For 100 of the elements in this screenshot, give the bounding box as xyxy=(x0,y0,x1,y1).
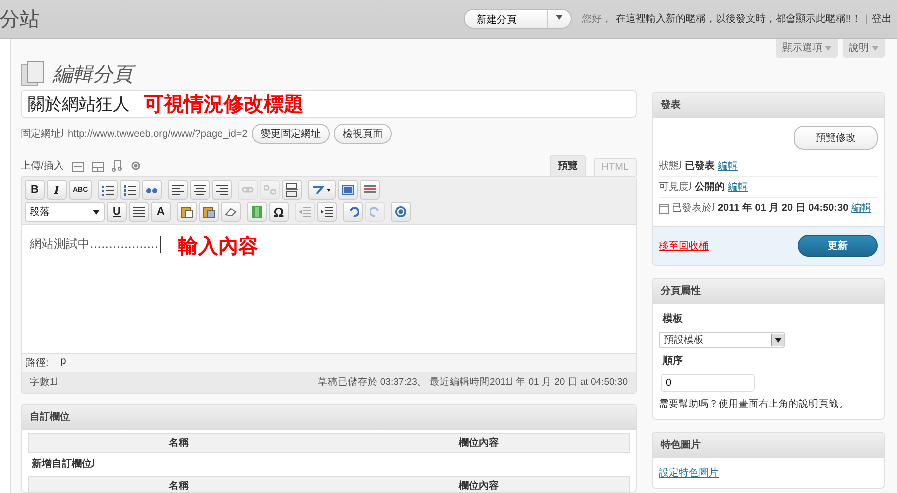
column-heading: 欄位內容 xyxy=(458,479,500,492)
film-strip-icon xyxy=(252,206,262,218)
bold-button[interactable]: B xyxy=(25,180,45,200)
video-icon xyxy=(92,162,104,172)
publish-field-label: 可見度ﻟ xyxy=(659,180,692,194)
paste-word-button[interactable] xyxy=(199,202,219,222)
fullscreen-button[interactable] xyxy=(338,180,358,200)
update-button[interactable]: 更新 xyxy=(798,235,878,257)
fullscreen-icon xyxy=(342,185,354,196)
template-dropdown[interactable]: 預設模板 xyxy=(659,332,785,348)
kitchen-sink-button[interactable] xyxy=(360,180,380,200)
page-break-icon xyxy=(286,183,298,198)
new-item-dropdown[interactable]: 新建分頁 xyxy=(464,9,572,29)
content-text: 網站測試中.................. xyxy=(30,236,161,254)
spellcheck-button[interactable] xyxy=(308,180,336,200)
order-field[interactable]: 0 xyxy=(661,374,755,392)
chain-link-icon xyxy=(242,186,254,194)
eraser-button[interactable] xyxy=(221,202,241,222)
preview-changes-button[interactable]: 預覽修改 xyxy=(794,126,878,150)
align-center-button[interactable] xyxy=(190,180,210,200)
annotation-text: 輸入內容 xyxy=(178,234,259,260)
film-button[interactable] xyxy=(247,202,267,222)
caret-icon xyxy=(825,46,832,51)
numbered-list-icon xyxy=(124,184,136,196)
quote-button[interactable] xyxy=(142,180,162,200)
permalink-button[interactable]: 變更固定網址 xyxy=(252,124,330,144)
publish-field-value: 2011 年 01 月 20 日 04:50:30 xyxy=(718,202,849,215)
numbers-button[interactable] xyxy=(120,180,140,200)
publish-field-value: 已發表 xyxy=(685,160,715,173)
greeting-text: 您好， xyxy=(582,13,612,26)
underline-button[interactable]: U xyxy=(107,202,127,222)
site-title: 分站 xyxy=(0,8,40,32)
permalink-button[interactable]: 檢視頁面 xyxy=(334,124,392,144)
annotation-text: 可視情況修改標題 xyxy=(144,92,304,118)
path-value: p xyxy=(60,356,66,370)
bullets-button[interactable] xyxy=(98,180,118,200)
help-button[interactable] xyxy=(391,202,411,222)
upload-insert-label: 上傳/插入 xyxy=(21,160,64,174)
italic-button[interactable]: I xyxy=(47,180,67,200)
logout-link[interactable]: 登出 xyxy=(872,12,892,26)
add-custom-field-label: 新增自訂欄位ﻟ xyxy=(31,457,96,472)
screen-tab[interactable]: 說明 xyxy=(843,39,885,58)
nickname-message: 在這裡輸入新的暱稱，以後發文時，都會顯示此暱稱!!！ xyxy=(616,12,862,26)
screen-tab[interactable]: 顯示選項 xyxy=(776,39,838,58)
caret-icon xyxy=(872,46,879,51)
publish-field-value: 公開的 xyxy=(695,180,725,194)
align-left-icon xyxy=(172,184,184,196)
text-color-button[interactable]: A xyxy=(151,202,171,222)
paste-text-button[interactable] xyxy=(177,202,197,222)
permalink-label: 固定網址ﻟ xyxy=(21,128,64,142)
editor-tab[interactable]: 預覽 xyxy=(550,155,586,176)
broken-chain-icon xyxy=(264,185,276,196)
justify-button[interactable] xyxy=(129,202,149,222)
clipboard-word-icon xyxy=(203,206,215,218)
publish-field-label: 狀態ﻟ xyxy=(659,160,682,173)
image-icon xyxy=(72,162,84,172)
clipboard-text-icon xyxy=(181,206,193,218)
column-heading: 欄位內容 xyxy=(458,436,500,450)
calendar-icon xyxy=(659,202,669,214)
path-label: 路徑: xyxy=(26,357,49,370)
undo-icon xyxy=(348,207,358,218)
bullet-list-icon xyxy=(102,184,114,196)
music-note-icon xyxy=(112,160,122,172)
permalink-url: http://www.twweeb.org/www/?page_id=2 xyxy=(68,128,248,140)
column-heading: 名稱 xyxy=(168,480,190,492)
align-center-icon xyxy=(194,184,206,196)
separator-text: | xyxy=(865,14,868,24)
caret-icon xyxy=(556,15,563,20)
caret-icon xyxy=(774,338,782,342)
toolbar-toggle-icon xyxy=(364,185,376,196)
align-right-icon xyxy=(216,184,228,196)
column-heading: 名稱 xyxy=(168,436,190,450)
help-text: 需要幫助嗎？使用畫面右上角的說明頁籤。 xyxy=(659,398,850,411)
template-label: 模板 xyxy=(662,312,684,326)
align-right-button[interactable] xyxy=(212,180,232,200)
special-character-button[interactable]: Ω xyxy=(269,202,289,222)
outdent-icon xyxy=(299,206,311,218)
panel-title: 特色圖片 xyxy=(653,433,884,458)
trash-link[interactable]: 移至回收桶 xyxy=(659,239,709,253)
redo-icon xyxy=(370,207,380,218)
edit-link[interactable]: 編輯 xyxy=(852,201,872,215)
caret-icon xyxy=(93,210,100,215)
align-left-button[interactable] xyxy=(168,180,188,200)
panel-title: 自訂欄位 xyxy=(22,405,636,430)
format-dropdown[interactable]: 段落 xyxy=(25,202,105,222)
panel-title: 發表 xyxy=(653,93,884,118)
order-label: 順序 xyxy=(662,354,684,368)
autosave-text: 草稿已儲存於 03:37:23。 最近編輯時間ﻟ2011 年 01 月 20 日 at 04:50:30 xyxy=(318,376,628,390)
more-button[interactable] xyxy=(282,180,302,200)
publish-field-label: 已發表於ﻟ xyxy=(672,202,715,215)
undo-button[interactable] xyxy=(343,202,363,222)
panel-title: 分頁屬性 xyxy=(653,279,884,304)
indent-button[interactable] xyxy=(317,202,337,222)
word-count: 字數ﻟ1 xyxy=(30,376,58,390)
edit-link[interactable]: 編輯 xyxy=(728,180,748,194)
pages-icon xyxy=(21,61,45,88)
edit-link[interactable]: 編輯 xyxy=(718,159,738,173)
title-field[interactable]: 關於網站狂人 可視情況修改標題 xyxy=(21,90,637,118)
justify-icon xyxy=(133,206,145,218)
set-featured-image-link[interactable]: 設定特色圖片 xyxy=(659,466,878,480)
